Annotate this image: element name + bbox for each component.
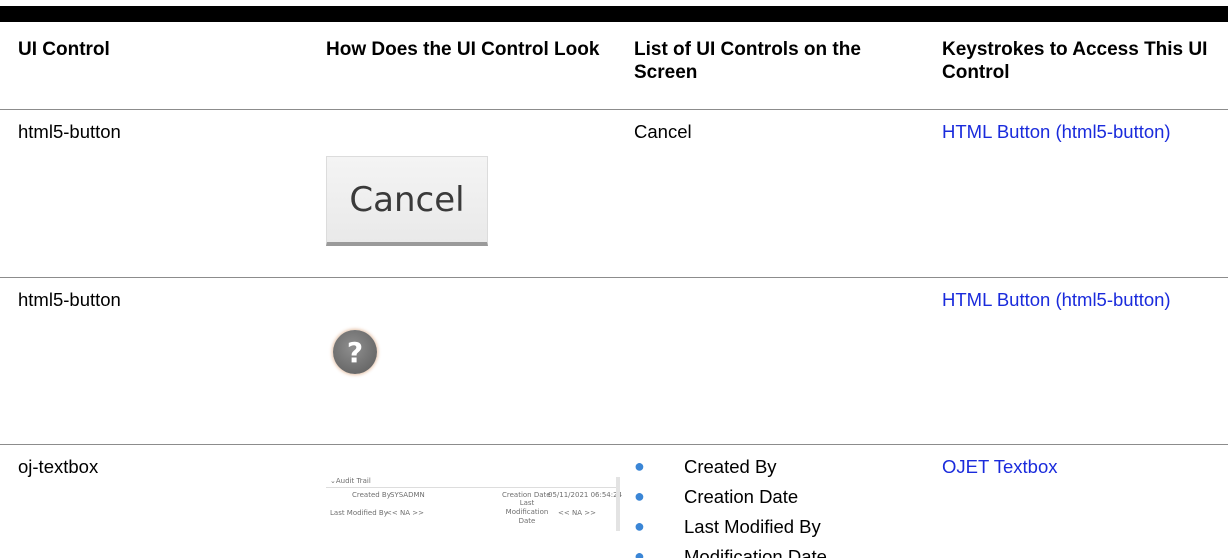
table-row: html5-button ? HTML Button (html5-button… (0, 278, 1228, 445)
list-item: ● Last Modified By (634, 516, 821, 537)
bullet-icon: ● (634, 546, 645, 558)
created-by-value: SYSADMN (390, 491, 425, 499)
ui-controls-table: UI Control How Does the UI Control Look … (0, 22, 1228, 558)
cancel-button-image: Cancel (326, 156, 488, 246)
table-row: html5-button Cancel Cancel HTML Button (… (0, 110, 1228, 278)
bullet-list: ● Created By ● Creation Date ● Last Modifie… (634, 455, 924, 558)
last-modified-by-label: Last Modified By (330, 509, 388, 517)
created-by-label: Created By (352, 491, 391, 499)
header-keystrokes: Keystrokes to Access This UI Control (942, 39, 1208, 83)
bullet-icon: ● (634, 516, 645, 536)
divider (326, 487, 616, 488)
list-item: ● Creation Date (634, 486, 799, 507)
header-ui-control: UI Control (18, 39, 110, 60)
table-header-row: UI Control How Does the UI Control Look … (0, 22, 1228, 110)
modification-date-value: << NA >> (558, 509, 596, 517)
help-icon: ? (333, 330, 377, 374)
creation-date-value: 05/11/2021 06:54:24 (548, 491, 623, 499)
controls-list: ● Created By ● Creation Date ● Last Modifie… (634, 455, 924, 558)
table-top-rule (0, 6, 1228, 22)
keystrokes-link[interactable]: HTML Button (html5-button) (942, 288, 1222, 311)
keystrokes-link[interactable]: HTML Button (html5-button) (942, 120, 1222, 143)
scrollbar (616, 477, 620, 531)
table-row: oj-textbox ⌄Audit Trail Created By SYSAD… (0, 445, 1228, 558)
header-ui-control-look: How Does the UI Control Look (326, 39, 600, 60)
list-item: ● Modification Date (634, 545, 924, 558)
modification-date-label: Last Modification Date (505, 499, 549, 525)
control-name: oj-textbox (18, 456, 99, 477)
audit-trail-title: ⌄Audit Trail (330, 477, 371, 485)
controls-list: Cancel (634, 121, 692, 142)
control-name: html5-button (18, 121, 121, 142)
control-name: html5-button (18, 289, 121, 310)
keystrokes-link[interactable]: OJET Textbox (942, 455, 1222, 478)
bullet-icon: ● (634, 486, 645, 506)
bullet-icon: ● (634, 456, 645, 476)
audit-trail-image: ⌄Audit Trail Created By SYSADMN Creation… (326, 469, 624, 539)
last-modified-by-value: << NA >> (386, 509, 424, 517)
header-ui-controls-list: List of UI Controls on the Screen (634, 39, 861, 83)
list-item: ● Created By (634, 456, 777, 477)
